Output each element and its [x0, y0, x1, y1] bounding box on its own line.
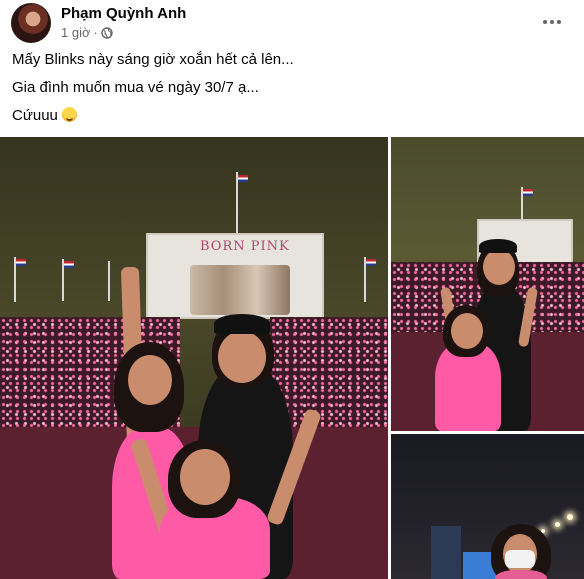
post-text-line-3-content: Cứuuu — [12, 107, 58, 124]
globe-icon[interactable] — [101, 26, 113, 39]
post-header: Phạm Quỳnh Anh 1 giờ · — [0, 0, 584, 46]
concert-photo-2[interactable] — [391, 137, 584, 431]
post-text-line-3: Cứuuu — [12, 106, 78, 126]
more-options-icon[interactable] — [540, 12, 564, 32]
post-text-line-1: Mấy Blinks này sáng giờ xoắn hết cả lên.… — [12, 51, 294, 68]
post-timestamp[interactable]: 1 giờ — [61, 25, 91, 40]
post-text-line-2: Gia đình muốn mua vé ngày 30/7 ạ... — [12, 79, 259, 96]
concert-photo-1[interactable]: BORN PINK — [0, 137, 388, 579]
meta-dot: · — [93, 25, 98, 40]
concert-photo-3[interactable] — [391, 434, 584, 579]
author-avatar[interactable] — [11, 3, 51, 43]
stage-screen: BORN PINK — [146, 233, 324, 319]
smiling-face-emoji — [62, 107, 78, 122]
stage-screen-title: BORN PINK — [200, 239, 290, 254]
post-meta: 1 giờ · — [61, 25, 113, 40]
author-name[interactable]: Phạm Quỳnh Anh — [61, 5, 186, 22]
